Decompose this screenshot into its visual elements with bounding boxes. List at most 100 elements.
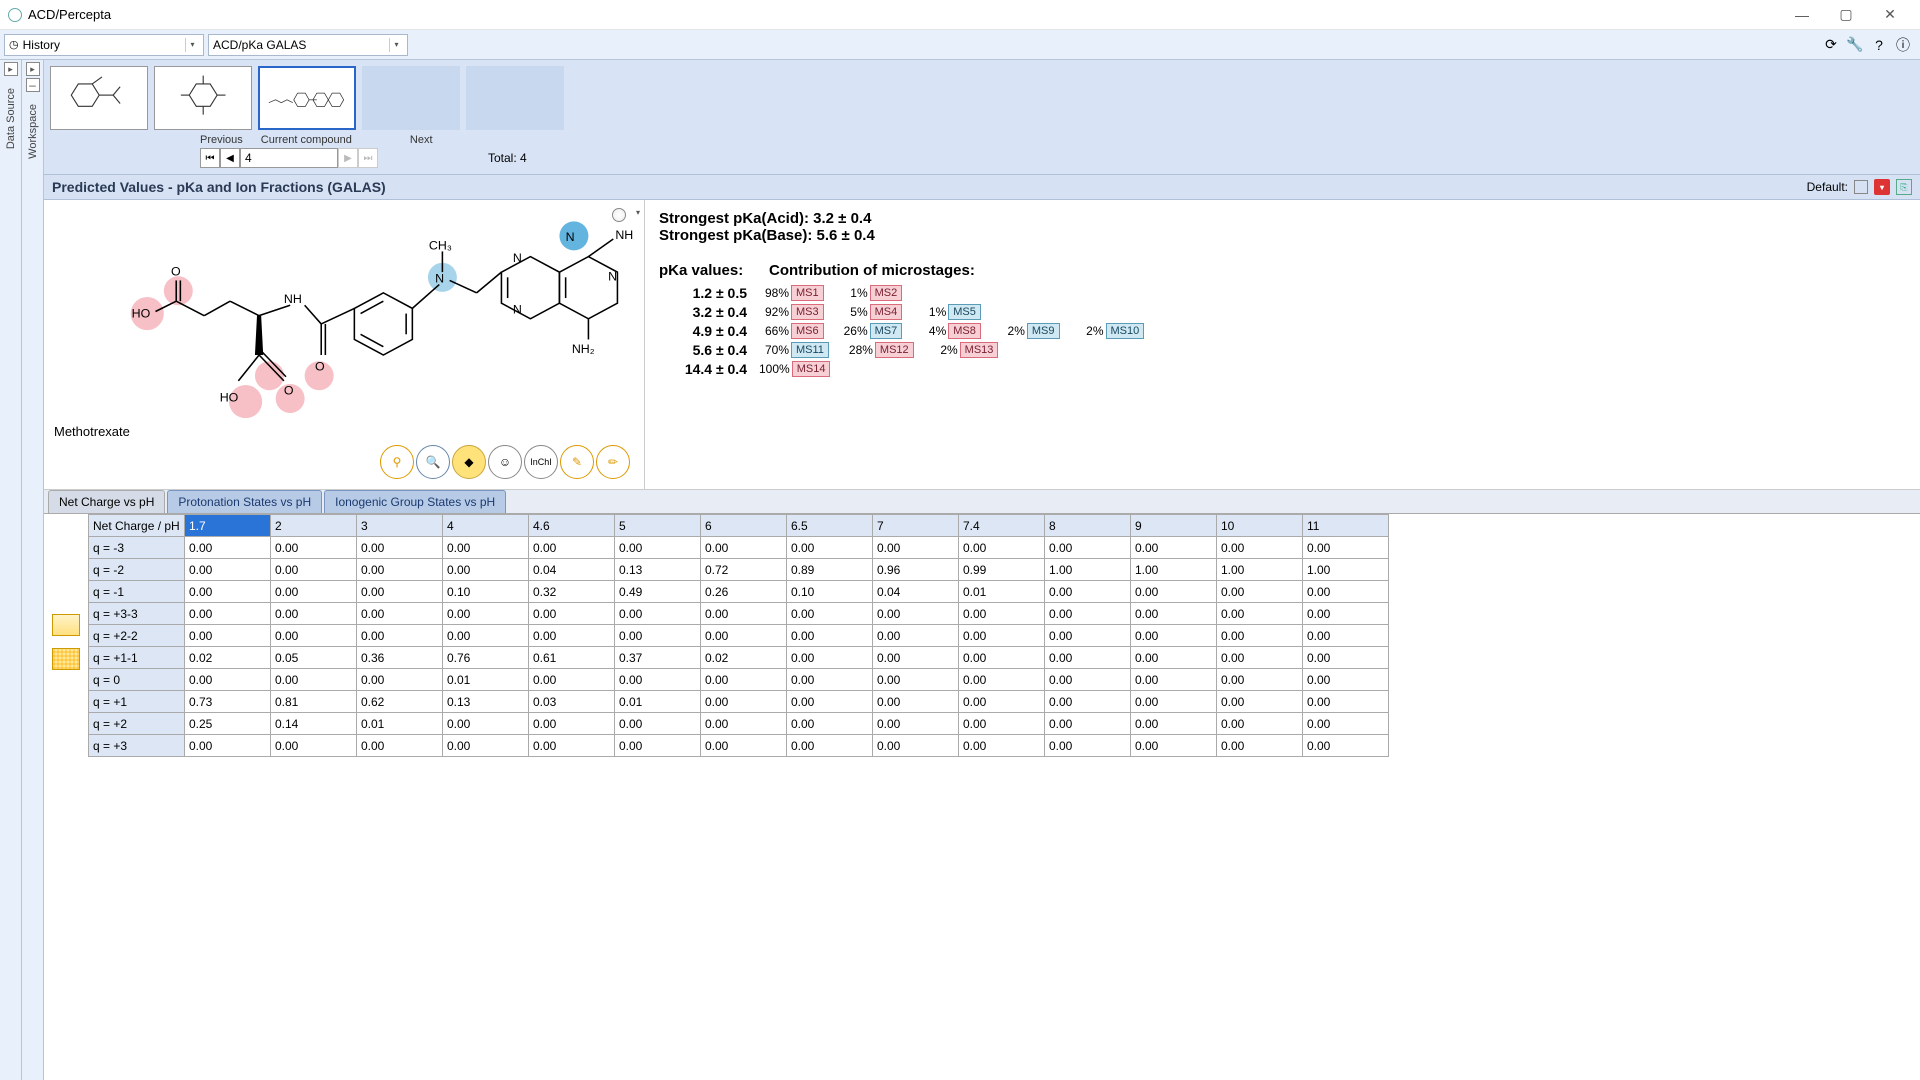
collapse-icon[interactable]: – xyxy=(26,78,40,92)
search-structure-icon[interactable]: 🔍 xyxy=(416,445,450,479)
microstage-percent: 92% xyxy=(759,305,789,319)
microstages-header: Contribution of microstages: xyxy=(769,262,975,279)
info-icon[interactable]: ⓘ xyxy=(1894,36,1912,54)
microstage-group: 1%MS5 xyxy=(916,304,981,320)
microstage-chip[interactable]: MS14 xyxy=(792,361,831,377)
table-row[interactable]: q = +3-30.000.000.000.000.000.000.000.00… xyxy=(89,603,1389,625)
table-cell: 0.00 xyxy=(529,625,615,647)
expand-icon[interactable]: ▸ xyxy=(4,62,18,76)
microstage-chip[interactable]: MS2 xyxy=(870,285,903,301)
module-dropdown[interactable]: ACD/pKa GALAS ▾ xyxy=(208,34,408,56)
microstage-chip[interactable]: MS3 xyxy=(791,304,824,320)
table-view-icon[interactable] xyxy=(52,648,80,670)
close-button[interactable]: ✕ xyxy=(1868,1,1912,29)
table-row[interactable]: q = +20.250.140.010.000.000.000.000.000.… xyxy=(89,713,1389,735)
table-row[interactable]: q = -30.000.000.000.000.000.000.000.000.… xyxy=(89,537,1389,559)
copy-icon[interactable]: ⎘ xyxy=(1896,179,1912,195)
minimize-button[interactable]: — xyxy=(1780,1,1824,29)
first-button[interactable]: ⏮ xyxy=(200,148,220,168)
table-column-header[interactable]: 7 xyxy=(873,515,959,537)
prev-button[interactable]: ◀ xyxy=(220,148,240,168)
svg-text:O: O xyxy=(171,264,181,278)
microstage-group: 2%MS9 xyxy=(995,323,1060,339)
table-cell: 0.00 xyxy=(529,669,615,691)
next-button[interactable]: ▶ xyxy=(338,148,358,168)
microstage-chip[interactable]: MS11 xyxy=(791,342,829,358)
database-icon[interactable]: ◆ xyxy=(452,445,486,479)
table-cell: 0.00 xyxy=(787,647,873,669)
table-column-header[interactable]: 2 xyxy=(271,515,357,537)
microstage-chip[interactable]: MS8 xyxy=(948,323,981,339)
settings-icon[interactable]: 🔧 xyxy=(1846,36,1864,54)
table-cell: 0.00 xyxy=(1217,647,1303,669)
microstage-chip[interactable]: MS13 xyxy=(960,342,999,358)
microstage-chip[interactable]: MS1 xyxy=(791,285,824,301)
table-cell: 0.00 xyxy=(873,603,959,625)
edit-structure-icon[interactable]: ✎ xyxy=(560,445,594,479)
table-cell: 0.32 xyxy=(529,581,615,603)
table-column-header[interactable]: 1.7 xyxy=(185,515,271,537)
table-cell: 0.00 xyxy=(1303,647,1389,669)
table-row[interactable]: q = +30.000.000.000.000.000.000.000.000.… xyxy=(89,735,1389,757)
microstage-percent: 1% xyxy=(916,305,946,319)
table-column-header[interactable]: 11 xyxy=(1303,515,1389,537)
default-checkbox[interactable] xyxy=(1854,180,1868,194)
pdf-export-icon[interactable]: ▾ xyxy=(1874,179,1890,195)
refresh-icon[interactable]: ⟳ xyxy=(1822,36,1840,54)
draw-structure-icon[interactable]: ✏ xyxy=(596,445,630,479)
table-cell: 0.00 xyxy=(1303,603,1389,625)
table-row[interactable]: q = -20.000.000.000.000.040.130.720.890.… xyxy=(89,559,1389,581)
side-tab-workspace[interactable]: ▸ – Workspace xyxy=(22,60,44,1080)
compound-thumbnail[interactable] xyxy=(50,66,148,130)
table-column-header[interactable]: 6.5 xyxy=(787,515,873,537)
side-tab-datasource[interactable]: ▸ Data Source xyxy=(0,60,22,1080)
smiles-icon[interactable]: ☺ xyxy=(488,445,522,479)
table-column-header[interactable]: 5 xyxy=(615,515,701,537)
table-cell: 0.00 xyxy=(615,603,701,625)
tab-protonation-states[interactable]: Protonation States vs pH xyxy=(167,490,322,513)
table-column-header[interactable]: 8 xyxy=(1045,515,1131,537)
tab-ionogenic-groups[interactable]: Ionogenic Group States vs pH xyxy=(324,490,506,513)
table-cell: 0.00 xyxy=(615,669,701,691)
microstage-chip[interactable]: MS10 xyxy=(1106,323,1145,339)
table-row[interactable]: q = +2-20.000.000.000.000.000.000.000.00… xyxy=(89,625,1389,647)
current-compound-input[interactable] xyxy=(240,148,338,168)
table-column-header[interactable]: 7.4 xyxy=(959,515,1045,537)
tab-net-charge[interactable]: Net Charge vs pH xyxy=(48,490,165,513)
inchi-button[interactable]: InChI xyxy=(524,445,558,479)
table-column-header[interactable]: 6 xyxy=(701,515,787,537)
table-column-header[interactable]: 9 xyxy=(1131,515,1217,537)
microstage-chip[interactable]: MS12 xyxy=(875,342,914,358)
expand-icon[interactable]: ▸ xyxy=(26,62,40,76)
chevron-down-icon[interactable]: ▾ xyxy=(636,208,640,217)
compound-thumbnail-selected[interactable] xyxy=(258,66,356,130)
last-button[interactable]: ⏭ xyxy=(358,148,378,168)
microstage-percent: 1% xyxy=(838,286,868,300)
table-column-header[interactable]: 4 xyxy=(443,515,529,537)
table-row[interactable]: q = 00.000.000.000.010.000.000.000.000.0… xyxy=(89,669,1389,691)
microstage-chip[interactable]: MS6 xyxy=(791,323,824,339)
app-logo-icon xyxy=(8,8,22,22)
net-charge-table[interactable]: Net Charge / pH1.72344.6566.577.4891011q… xyxy=(88,514,1389,757)
table-cell: 0.00 xyxy=(1045,735,1131,757)
help-icon[interactable]: ? xyxy=(1870,36,1888,54)
table-cell: 0.00 xyxy=(1131,691,1217,713)
table-row[interactable]: q = +1-10.020.050.360.760.610.370.020.00… xyxy=(89,647,1389,669)
compound-thumbnail[interactable] xyxy=(154,66,252,130)
microstage-chip[interactable]: MS4 xyxy=(870,304,903,320)
zoom-structure-icon[interactable]: ⚲ xyxy=(380,445,414,479)
table-row[interactable]: q = -10.000.000.000.100.320.490.260.100.… xyxy=(89,581,1389,603)
table-column-header[interactable]: 3 xyxy=(357,515,443,537)
microstage-chip[interactable]: MS9 xyxy=(1027,323,1060,339)
chart-view-icon[interactable] xyxy=(52,614,80,636)
table-cell: 0.00 xyxy=(701,713,787,735)
microstage-chip[interactable]: MS5 xyxy=(948,304,981,320)
microstage-chip[interactable]: MS7 xyxy=(870,323,903,339)
strongest-base-line: Strongest pKa(Base): 5.6 ± 0.4 xyxy=(659,227,1906,244)
table-column-header[interactable]: 10 xyxy=(1217,515,1303,537)
molecule-canvas[interactable]: HO O HO xyxy=(54,210,634,420)
maximize-button[interactable]: ▢ xyxy=(1824,1,1868,29)
table-row[interactable]: q = +10.730.810.620.130.030.010.000.000.… xyxy=(89,691,1389,713)
history-dropdown[interactable]: ◷ History ▾ xyxy=(4,34,204,56)
table-column-header[interactable]: 4.6 xyxy=(529,515,615,537)
